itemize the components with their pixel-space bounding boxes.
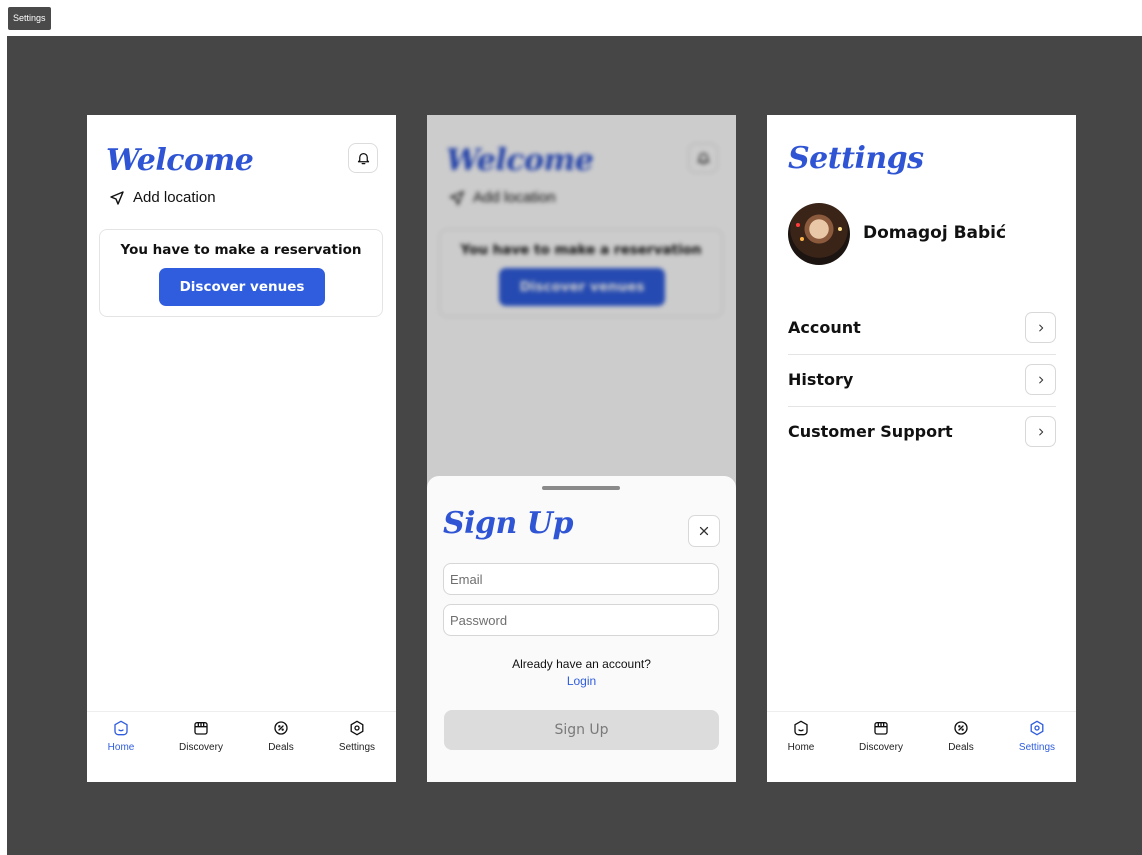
signup-screen: Welcome Add location You have to make a …	[427, 115, 736, 782]
home-screen: Welcome Add location You have to make a …	[87, 115, 396, 782]
user-name: Domagoj Babić	[863, 223, 1007, 243]
tab-settings-label: Settings	[1018, 742, 1056, 753]
tab-bar: Home Discovery Deals Settings	[87, 711, 396, 782]
tab-deals[interactable]: Deals	[246, 720, 316, 753]
settings-title: Settings	[788, 141, 924, 176]
reservation-card: You have to make a reservation Discover …	[99, 229, 383, 317]
account-chevron-button[interactable]	[1025, 312, 1056, 343]
menu-label-history: History	[788, 370, 854, 389]
menu-row-customer-support[interactable]: Customer Support	[788, 408, 1056, 459]
already-have-account-text: Already have an account?	[512, 657, 651, 671]
signup-sheet: Sign Up Already have an account? Login S…	[427, 476, 736, 782]
frame-label: Settings	[8, 7, 51, 30]
tab-home-label: Home	[787, 742, 815, 753]
customer-support-chevron-button[interactable]	[1025, 416, 1056, 447]
tab-home-label: Home	[107, 742, 135, 753]
tab-deals-label: Deals	[268, 742, 294, 753]
navigation-arrow-icon	[110, 190, 124, 205]
login-link[interactable]: Login	[427, 674, 736, 688]
discover-venues-button[interactable]: Discover venues	[159, 268, 325, 306]
notifications-button[interactable]	[348, 143, 378, 173]
close-icon	[699, 526, 709, 536]
discount-icon	[954, 721, 968, 735]
tab-settings[interactable]: Settings	[322, 720, 392, 753]
store-icon	[874, 722, 888, 735]
close-button[interactable]	[688, 515, 720, 547]
tab-deals[interactable]: Deals	[926, 720, 996, 753]
store-icon	[194, 722, 208, 735]
tab-home[interactable]: Home	[87, 720, 156, 753]
password-field[interactable]	[443, 604, 719, 636]
signup-button[interactable]: Sign Up	[444, 710, 719, 750]
sheet-grabber[interactable]	[542, 486, 620, 490]
settings-icon	[1030, 720, 1044, 736]
chevron-right-icon	[1038, 376, 1043, 383]
avatar[interactable]	[788, 203, 850, 265]
home-icon	[794, 720, 808, 736]
tab-home[interactable]: Home	[767, 720, 836, 753]
add-location-label: Add location	[133, 189, 216, 206]
tab-discovery[interactable]: Discovery	[846, 720, 916, 753]
history-chevron-button[interactable]	[1025, 364, 1056, 395]
signup-title: Sign Up	[443, 506, 573, 541]
tab-discovery-label: Discovery	[859, 742, 903, 753]
menu-label-account: Account	[788, 318, 861, 337]
welcome-title: Welcome	[106, 143, 254, 178]
add-location-link[interactable]: Add location	[109, 189, 216, 206]
chevron-right-icon	[1038, 324, 1043, 331]
discount-icon	[274, 721, 288, 735]
tab-discovery-label: Discovery	[179, 742, 223, 753]
tab-bar: Home Discovery Deals Settings	[767, 711, 1076, 782]
menu-row-account[interactable]: Account	[788, 304, 1056, 355]
menu-row-history[interactable]: History	[788, 356, 1056, 407]
reservation-message: You have to make a reservation	[120, 242, 362, 258]
menu-label-customer-support: Customer Support	[788, 422, 953, 441]
tab-settings[interactable]: Settings	[1002, 720, 1072, 753]
home-icon	[114, 720, 128, 736]
bell-icon	[357, 153, 369, 165]
email-field[interactable]	[443, 563, 719, 595]
chevron-right-icon	[1038, 428, 1043, 435]
tab-settings-label: Settings	[338, 742, 376, 753]
settings-screen: Settings Domagoj Babić Account History C…	[767, 115, 1076, 782]
tab-discovery[interactable]: Discovery	[166, 720, 236, 753]
tab-deals-label: Deals	[948, 742, 974, 753]
settings-icon	[350, 720, 364, 736]
